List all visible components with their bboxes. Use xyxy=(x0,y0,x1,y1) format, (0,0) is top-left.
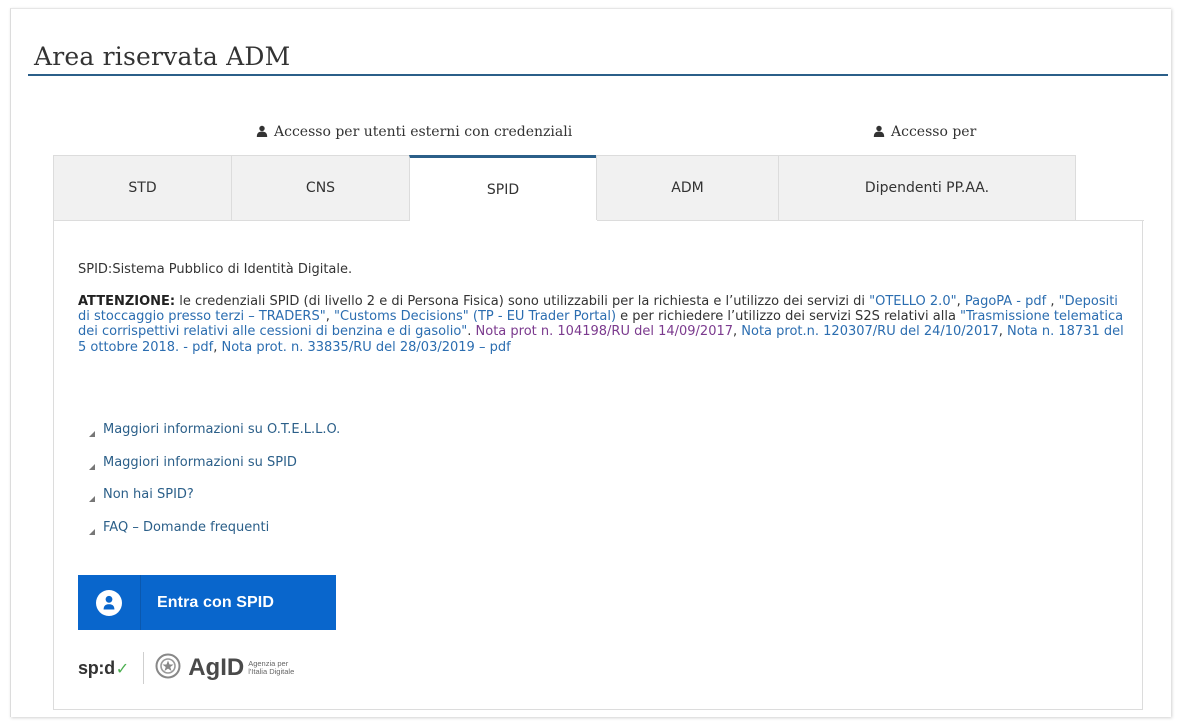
customs-decisions-link[interactable]: "Customs Decisions" (TP - EU Trader Port… xyxy=(334,309,616,324)
access-group-internal: Accesso per xyxy=(873,124,976,140)
access-group-internal-label: Accesso per xyxy=(891,124,977,140)
faq-link[interactable]: FAQ – Domande frequenti xyxy=(88,520,340,553)
notice-text: , xyxy=(1046,294,1059,309)
notice-text: e per richiedere l’utilizzo dei servizi … xyxy=(616,309,961,325)
footer-logos: sp:d ✓ AgID Agenzia per l'Italia Digitale xyxy=(78,648,298,688)
access-group-external-label: Accesso per utenti esterni con credenzia… xyxy=(274,124,573,140)
user-icon xyxy=(873,125,885,137)
agid-logo: AgID xyxy=(188,654,245,681)
title-divider xyxy=(28,74,1168,76)
expand-triangle-icon xyxy=(88,460,96,470)
spid-button-label: Entra con SPID xyxy=(157,593,274,611)
tab-dipendenti-ppaa[interactable]: Dipendenti PP.AA. xyxy=(778,155,1076,221)
spid-user-icon xyxy=(78,575,141,630)
otello-link[interactable]: "OTELLO 2.0" xyxy=(869,294,956,309)
info-links-list: Maggiori informazioni su O.T.E.L.L.O. Ma… xyxy=(88,422,340,552)
link-label: FAQ – Domande frequenti xyxy=(103,519,270,535)
entra-con-spid-button[interactable]: Entra con SPID xyxy=(78,575,336,630)
checkmark-icon: ✓ xyxy=(115,658,130,678)
user-icon xyxy=(256,125,268,137)
tab-std[interactable]: STD xyxy=(53,155,231,221)
pagopa-pdf-link[interactable]: PagoPA - pdf xyxy=(965,294,1046,309)
nota-120307-link[interactable]: Nota prot.n. 120307/RU del 24/10/2017 xyxy=(741,324,998,339)
login-tabs: STD CNS SPID ADM Dipendenti PP.AA. xyxy=(53,155,1076,221)
panel-top-border xyxy=(54,220,410,221)
nota-33835-link[interactable]: Nota prot. n. 33835/RU del 28/03/2019 – … xyxy=(221,340,510,355)
spid-description: SPID:Sistema Pubblico di Identità Digita… xyxy=(78,262,353,277)
expand-triangle-icon xyxy=(88,427,96,437)
notice-text: , xyxy=(956,294,965,309)
attention-label: ATTENZIONE: xyxy=(78,294,176,309)
no-spid-link[interactable]: Non hai SPID? xyxy=(88,487,340,520)
access-group-external: Accesso per utenti esterni con credenzia… xyxy=(256,124,572,140)
notice-text: , xyxy=(325,309,334,325)
expand-triangle-icon xyxy=(88,525,96,535)
otello-info-link[interactable]: Maggiori informazioni su O.T.E.L.L.O. xyxy=(88,422,340,455)
agid-subtitle: Agenzia per l'Italia Digitale xyxy=(248,659,295,676)
notice-text: . xyxy=(467,324,476,340)
tab-spid[interactable]: SPID xyxy=(409,155,596,221)
link-label: Non hai SPID? xyxy=(103,487,194,502)
expand-triangle-icon xyxy=(88,492,96,502)
logo-divider xyxy=(143,652,145,684)
attention-notice: ATTENZIONE: le credenziali SPID (di live… xyxy=(78,294,1124,355)
spid-info-link[interactable]: Maggiori informazioni su SPID xyxy=(88,455,340,488)
page-title: Area riservata ADM xyxy=(34,42,291,71)
spid-logo: sp:d xyxy=(78,657,115,678)
tab-cns[interactable]: CNS xyxy=(231,155,409,221)
tab-adm[interactable]: ADM xyxy=(596,155,778,221)
notice-text: le credenziali SPID (di livello 2 e di P… xyxy=(175,294,870,309)
panel-top-border xyxy=(597,220,1144,221)
link-label: Maggiori informazioni su O.T.E.L.L.O. xyxy=(103,422,341,437)
link-label: Maggiori informazioni su SPID xyxy=(103,454,297,470)
republic-emblem-icon xyxy=(155,653,181,683)
notice-text: , xyxy=(998,324,1008,340)
nota-104198-link[interactable]: Nota prot n. 104198/RU del 14/09/2017 xyxy=(476,324,733,339)
